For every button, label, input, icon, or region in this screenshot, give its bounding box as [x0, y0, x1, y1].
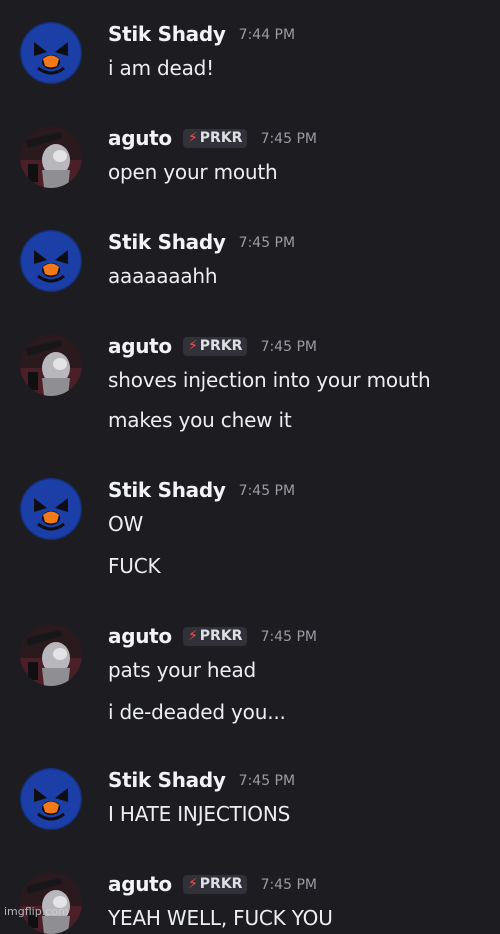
message-text: makes you chew it: [108, 408, 292, 432]
message-text: open your mouth: [108, 160, 278, 184]
server-tag-label: PRKR: [199, 130, 243, 146]
grey-character-avatar-icon: [20, 872, 82, 934]
watermark: imgflip.com: [4, 905, 69, 918]
grey-character-avatar-icon: [20, 334, 82, 396]
message-text: shoves injection into your mouth: [108, 368, 431, 392]
username[interactable]: aguto: [108, 624, 172, 648]
message-text: i am dead!: [108, 56, 214, 80]
server-tag-label: PRKR: [199, 876, 243, 892]
username[interactable]: aguto: [108, 872, 172, 896]
message-text: aaaaaaahh: [108, 264, 218, 288]
message-header: Stik Shady 7:45 PM: [108, 768, 295, 794]
lightning-bolt-icon: ⚡: [187, 130, 198, 146]
avatar[interactable]: [20, 768, 82, 830]
blue-masked-avatar-icon: [20, 768, 82, 830]
message-header: aguto ⚡ PRKR 7:45 PM: [108, 872, 317, 898]
message-text: pats your head: [108, 658, 257, 682]
message-header: aguto ⚡ PRKR 7:45 PM: [108, 334, 317, 360]
timestamp: 7:45 PM: [238, 773, 296, 789]
username[interactable]: Stik Shady: [108, 768, 226, 792]
message-header: aguto ⚡ PRKR 7:45 PM: [108, 126, 317, 152]
message-header: aguto ⚡ PRKR 7:45 PM: [108, 624, 317, 650]
lightning-bolt-icon: ⚡: [187, 628, 198, 644]
avatar[interactable]: [20, 126, 82, 188]
timestamp: 7:45 PM: [238, 235, 296, 251]
timestamp: 7:44 PM: [238, 27, 296, 43]
server-tag-badge[interactable]: ⚡ PRKR: [182, 129, 248, 148]
server-tag-badge[interactable]: ⚡ PRKR: [182, 627, 248, 646]
message-header: Stik Shady 7:45 PM: [108, 478, 295, 504]
message-header: Stik Shady 7:45 PM: [108, 230, 295, 256]
lightning-bolt-icon: ⚡: [187, 338, 198, 354]
timestamp: 7:45 PM: [238, 483, 296, 499]
grey-character-avatar-icon: [20, 126, 82, 188]
username[interactable]: aguto: [108, 334, 172, 358]
message-text: I HATE INJECTIONS: [108, 802, 291, 826]
grey-character-avatar-icon: [20, 624, 82, 686]
username[interactable]: Stik Shady: [108, 478, 226, 502]
timestamp: 7:45 PM: [260, 629, 317, 645]
blue-masked-avatar-icon: [20, 230, 82, 292]
username[interactable]: Stik Shady: [108, 230, 226, 254]
username[interactable]: Stik Shady: [108, 22, 226, 46]
blue-masked-avatar-icon: [20, 22, 82, 84]
lightning-bolt-icon: ⚡: [187, 876, 198, 892]
server-tag-label: PRKR: [199, 628, 243, 644]
timestamp: 7:45 PM: [260, 339, 317, 355]
timestamp: 7:45 PM: [260, 877, 317, 893]
server-tag-badge[interactable]: ⚡ PRKR: [182, 875, 248, 894]
blue-masked-avatar-icon: [20, 478, 82, 540]
username[interactable]: aguto: [108, 126, 172, 150]
message-text: YEAH WELL, FUCK YOU: [108, 906, 333, 930]
server-tag-label: PRKR: [199, 338, 243, 354]
server-tag-badge[interactable]: ⚡ PRKR: [182, 337, 248, 356]
message-header: Stik Shady 7:44 PM: [108, 22, 295, 48]
avatar[interactable]: [20, 872, 82, 934]
avatar[interactable]: [20, 334, 82, 396]
message-text: FUCK: [108, 554, 161, 578]
avatar[interactable]: [20, 624, 82, 686]
avatar[interactable]: [20, 230, 82, 292]
message-text: OW: [108, 512, 144, 536]
avatar[interactable]: [20, 478, 82, 540]
timestamp: 7:45 PM: [260, 131, 317, 147]
message-text: i de-deaded you...: [108, 700, 286, 724]
avatar[interactable]: [20, 22, 82, 84]
